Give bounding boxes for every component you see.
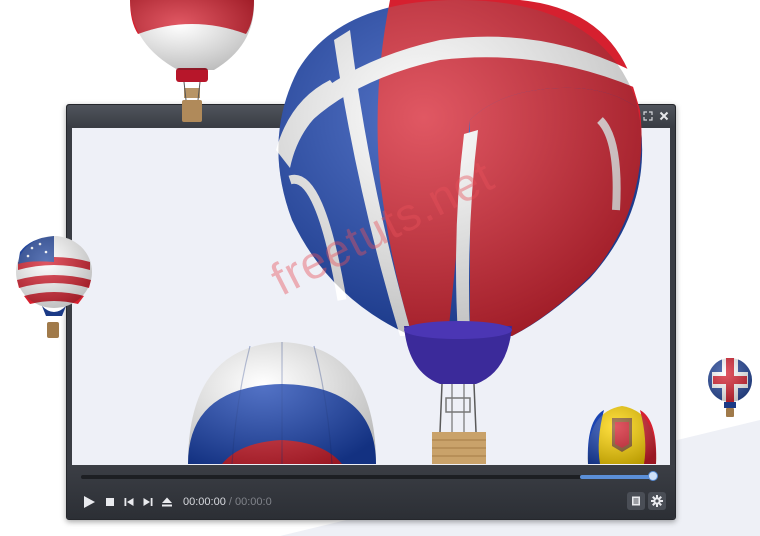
eject-icon [162, 497, 172, 507]
settings-button[interactable] [648, 492, 666, 510]
next-button[interactable] [140, 494, 156, 510]
playlist-button[interactable] [627, 492, 645, 510]
close-icon [659, 111, 669, 121]
control-bar: 00:00:00 / 00:00:0 [67, 465, 675, 519]
current-time: 00:00:00 [183, 496, 226, 508]
gear-icon [651, 495, 663, 507]
media-player-window: 00:00:00 / 00:00:0 [66, 104, 676, 520]
time-display: 00:00:00 / 00:00:0 [183, 496, 272, 508]
duration-time: 00:00:0 [235, 496, 272, 508]
next-icon [143, 498, 153, 506]
fullscreen-button[interactable] [641, 109, 655, 123]
volume-fill [580, 475, 653, 479]
close-button[interactable] [657, 109, 671, 123]
uk-balloon [708, 358, 752, 417]
seek-bar[interactable] [81, 471, 658, 481]
stop-icon [106, 498, 114, 506]
play-button[interactable] [81, 494, 97, 510]
fullscreen-icon [643, 111, 653, 121]
previous-icon [124, 498, 134, 506]
volume-slider-handle[interactable] [648, 471, 658, 481]
time-separator: / [228, 496, 232, 508]
playlist-icon [632, 496, 640, 506]
play-icon [84, 496, 95, 508]
stop-button[interactable] [102, 494, 118, 510]
video-screen[interactable] [72, 128, 670, 465]
previous-button[interactable] [121, 494, 137, 510]
eject-button[interactable] [159, 494, 175, 510]
title-bar[interactable] [67, 105, 675, 127]
